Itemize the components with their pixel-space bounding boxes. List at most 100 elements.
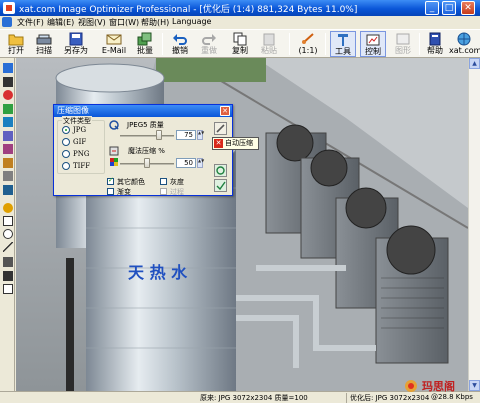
paste-icon	[263, 33, 275, 46]
svg-text:天 热 水: 天 热 水	[128, 263, 188, 282]
palette-icon	[110, 158, 118, 166]
auto-compress-label: 自动压缩	[225, 139, 253, 147]
other-colors-checkbox[interactable]	[107, 176, 114, 185]
undo-button[interactable]: 撤销	[167, 31, 193, 57]
document-icon[interactable]	[2, 17, 12, 27]
app-icon[interactable]	[3, 2, 15, 14]
background-color-swatch[interactable]	[3, 284, 13, 294]
magic-compress-input[interactable]: 50	[176, 158, 196, 168]
menu-window[interactable]: 窗口(W)	[109, 17, 139, 28]
svg-text:玛思阁: 玛思阁	[422, 379, 455, 392]
ellipse-icon[interactable]	[3, 229, 13, 239]
undo-icon	[173, 34, 187, 45]
minimize-button[interactable]: _	[425, 1, 439, 15]
tools-button[interactable]: 工具	[330, 31, 356, 57]
title-bar[interactable]: xat.com Image Optimizer Professional - […	[0, 0, 480, 16]
scan-button[interactable]: 扫描	[31, 31, 57, 57]
effects-icon[interactable]	[3, 144, 13, 154]
zoom-icon[interactable]	[3, 63, 13, 73]
brush-icon[interactable]	[3, 203, 13, 213]
control-button[interactable]: 控制	[360, 31, 386, 57]
radio-gif[interactable]	[62, 138, 70, 146]
grayscale-checkbox[interactable]	[160, 178, 167, 185]
tools-icon	[338, 34, 348, 46]
color-icon[interactable]	[3, 90, 13, 100]
grayscale-label: 灰度	[170, 178, 184, 186]
toolbar-separator	[162, 33, 163, 55]
toolbar: 打开 扫描 另存为 E-Mail 批量 撤销 重做 复制 粘贴 (1:1) 工具	[0, 29, 480, 58]
wand-icon	[216, 124, 225, 133]
email-icon	[106, 34, 122, 45]
jpeg-quality-slider-track[interactable]	[120, 135, 174, 137]
magic-compress-icon	[109, 146, 119, 156]
magic-compress-slider[interactable]	[144, 158, 150, 168]
radio-png-label: PNG	[73, 150, 90, 158]
redo-button[interactable]: 重做	[196, 31, 222, 57]
menu-language[interactable]: Language	[172, 17, 211, 26]
radio-png[interactable]	[62, 150, 70, 158]
dialog-close-button[interactable]: ✕	[220, 106, 230, 116]
pointer-icon[interactable]	[3, 77, 13, 87]
compress-image-dialog: 压缩图像 ✕ 文件类型 JPG GIF PNG TIFF JPEG5 质量 75…	[53, 104, 233, 196]
resize-icon[interactable]	[3, 131, 13, 141]
eyedropper-icon[interactable]	[3, 257, 13, 267]
crop-icon[interactable]	[3, 104, 13, 114]
brightness-icon[interactable]	[3, 158, 13, 168]
close-button[interactable]: ✕	[461, 1, 475, 15]
quality-icon	[109, 120, 119, 130]
scroll-up-icon[interactable]: ▲	[469, 58, 480, 69]
radio-tiff-label: TIFF	[73, 162, 91, 170]
menu-file[interactable]: 文件(F)	[17, 17, 44, 28]
image-icon[interactable]	[3, 117, 13, 127]
maximize-button[interactable]: □	[442, 1, 456, 15]
copy-button[interactable]: 复制	[227, 31, 253, 57]
menu-view[interactable]: 视图(V)	[78, 17, 106, 28]
foreground-color-swatch[interactable]	[3, 271, 13, 281]
radio-gif-label: GIF	[73, 138, 87, 146]
gradient-checkbox[interactable]	[107, 188, 114, 195]
auto-compress-button[interactable]: ✕ 自动压缩	[212, 137, 259, 150]
website-button[interactable]: xat.com	[449, 31, 480, 57]
file-type-label: 文件类型	[62, 116, 92, 126]
folder-open-icon	[8, 34, 24, 46]
help-button[interactable]: 帮助	[423, 31, 447, 57]
jpeg-quality-input[interactable]: 75	[176, 130, 196, 140]
radio-jpg[interactable]	[62, 126, 70, 134]
save-as-icon	[69, 32, 83, 46]
rectangle-icon[interactable]	[3, 216, 13, 226]
rotate-icon[interactable]	[3, 171, 13, 181]
menu-edit[interactable]: 编辑(E)	[47, 17, 74, 28]
batch-button[interactable]: 批量	[133, 31, 157, 57]
jpeg-quality-slider[interactable]	[156, 130, 162, 140]
save-as-button[interactable]: 另存为	[59, 31, 93, 57]
process-label: 过程	[170, 188, 184, 196]
menu-help[interactable]: 帮助(H)	[141, 17, 169, 28]
status-original: 原来: JPG 3072x2304 质量=100	[200, 394, 308, 402]
paste-button[interactable]: 粘贴	[256, 31, 282, 57]
line-icon[interactable]	[3, 242, 13, 252]
jpeg-quality-spinner[interactable]: ▲▼	[197, 130, 204, 140]
magic-compress-spinner[interactable]: ▲▼	[197, 158, 204, 168]
refresh-button[interactable]	[214, 164, 227, 177]
toolbar-separator	[289, 33, 290, 55]
window-title: xat.com Image Optimizer Professional - […	[19, 5, 358, 15]
radio-tiff[interactable]	[62, 162, 70, 170]
actual-size-button[interactable]: (1:1)	[295, 31, 321, 57]
actual-size-icon	[302, 33, 314, 44]
tool-palette	[0, 58, 15, 391]
menu-bar: 文件(F) 编辑(E) 视图(V) 窗口(W) 帮助(H) Language	[0, 16, 480, 29]
vertical-scrollbar[interactable]: ▲ ▼	[468, 58, 480, 391]
watermark-graphic: 玛思阁	[405, 379, 455, 393]
apply-icon	[216, 181, 226, 191]
toolbar-separator	[419, 33, 420, 55]
refresh-icon	[216, 166, 225, 175]
gradient-label: 渐变	[117, 188, 131, 196]
open-button[interactable]: 打开	[3, 31, 29, 57]
apply-button[interactable]	[214, 179, 227, 192]
radio-jpg-label: JPG	[73, 126, 87, 134]
process-checkbox[interactable]	[160, 188, 167, 195]
graphics-button[interactable]: 图形	[390, 31, 416, 57]
email-button[interactable]: E-Mail	[98, 31, 130, 57]
settings-button[interactable]	[214, 122, 227, 135]
text-icon[interactable]	[3, 185, 13, 195]
